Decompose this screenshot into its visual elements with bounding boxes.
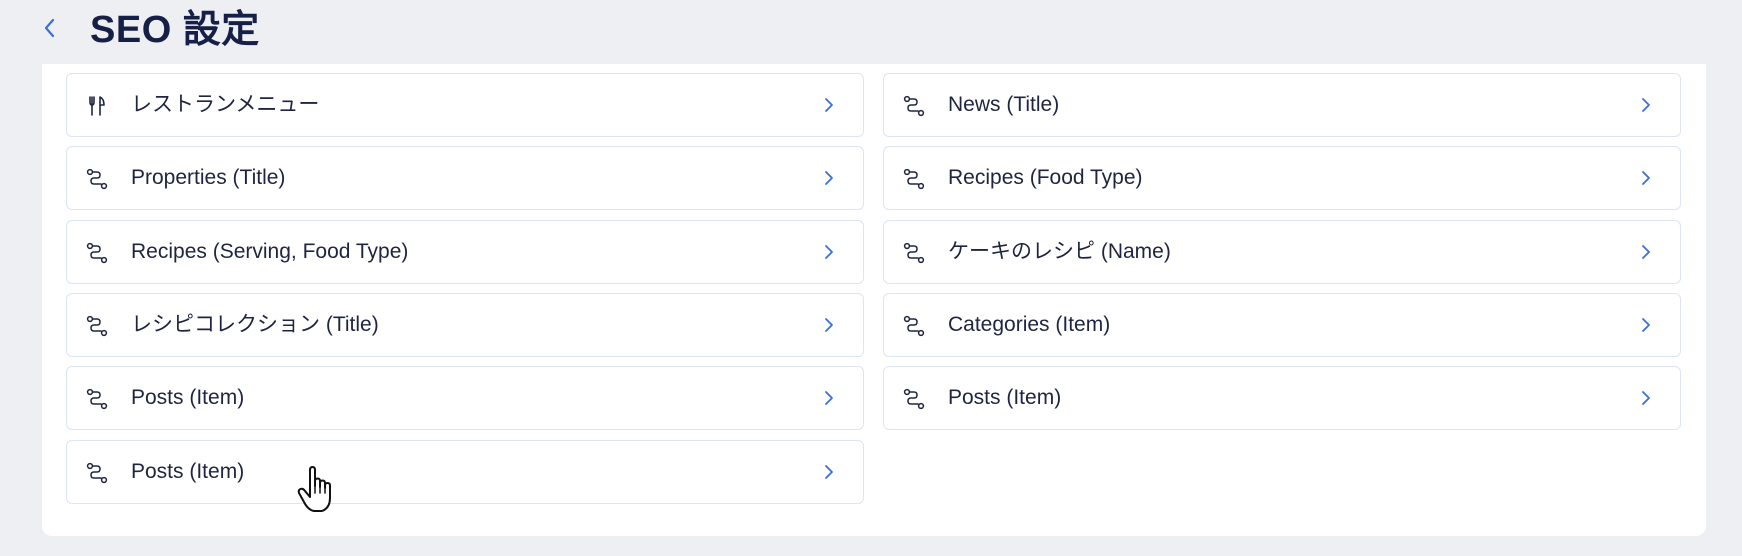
seo-item-news[interactable]: News (Title) [883,73,1681,137]
route-icon [85,241,109,265]
route-icon [85,314,109,338]
seo-item-label: Categories (Item) [948,313,1111,336]
seo-item-label: ケーキのレシピ (Name) [948,240,1171,263]
chevron-right-icon [1638,169,1654,187]
seo-item-posts-1[interactable]: Posts (Item) [66,366,864,430]
seo-item-posts-3[interactable]: Posts (Item) [883,366,1681,430]
seo-item-recipes-serving[interactable]: Recipes (Serving, Food Type) [66,220,864,284]
route-icon [902,314,926,338]
chevron-right-icon [821,389,837,407]
seo-item-label: Properties (Title) [131,166,286,189]
page-title: SEO 設定 [90,9,260,51]
seo-item-label: レシピコレクション (Title) [131,313,379,336]
seo-item-label: Recipes (Food Type) [948,166,1143,189]
seo-item-recipes-food-type[interactable]: Recipes (Food Type) [883,146,1681,210]
page-header: SEO 設定 [0,0,1742,64]
chevron-right-icon [1638,243,1654,261]
seo-item-label: Posts (Item) [948,386,1062,409]
chevron-right-icon [821,169,837,187]
route-icon [85,387,109,411]
chevron-left-icon [44,18,55,38]
seo-settings-panel: レストランメニュー Properties (Title) Recipes (Se… [42,64,1706,536]
chevron-right-icon [1638,96,1654,114]
seo-item-posts-2[interactable]: Posts (Item) [66,440,864,504]
route-icon [85,167,109,191]
route-icon [85,461,109,485]
chevron-right-icon [821,463,837,481]
seo-item-label: News (Title) [948,93,1060,116]
seo-item-label: Posts (Item) [131,460,245,483]
seo-item-label: レストランメニュー [131,93,320,116]
chevron-right-icon [1638,389,1654,407]
chevron-right-icon [1638,316,1654,334]
chevron-right-icon [821,316,837,334]
route-icon [902,387,926,411]
seo-item-categories[interactable]: Categories (Item) [883,293,1681,357]
route-icon [902,94,926,118]
seo-item-restaurant-menu[interactable]: レストランメニュー [66,73,864,137]
seo-item-label: Recipes (Serving, Food Type) [131,240,409,263]
chevron-right-icon [821,96,837,114]
seo-item-recipe-collection[interactable]: レシピコレクション (Title) [66,293,864,357]
seo-item-label: Posts (Item) [131,386,245,409]
route-icon [902,167,926,191]
chevron-right-icon [821,243,837,261]
route-icon [902,241,926,265]
back-button[interactable] [36,12,64,44]
fork-knife-icon [85,94,109,118]
seo-item-properties[interactable]: Properties (Title) [66,146,864,210]
seo-item-cake-recipes[interactable]: ケーキのレシピ (Name) [883,220,1681,284]
